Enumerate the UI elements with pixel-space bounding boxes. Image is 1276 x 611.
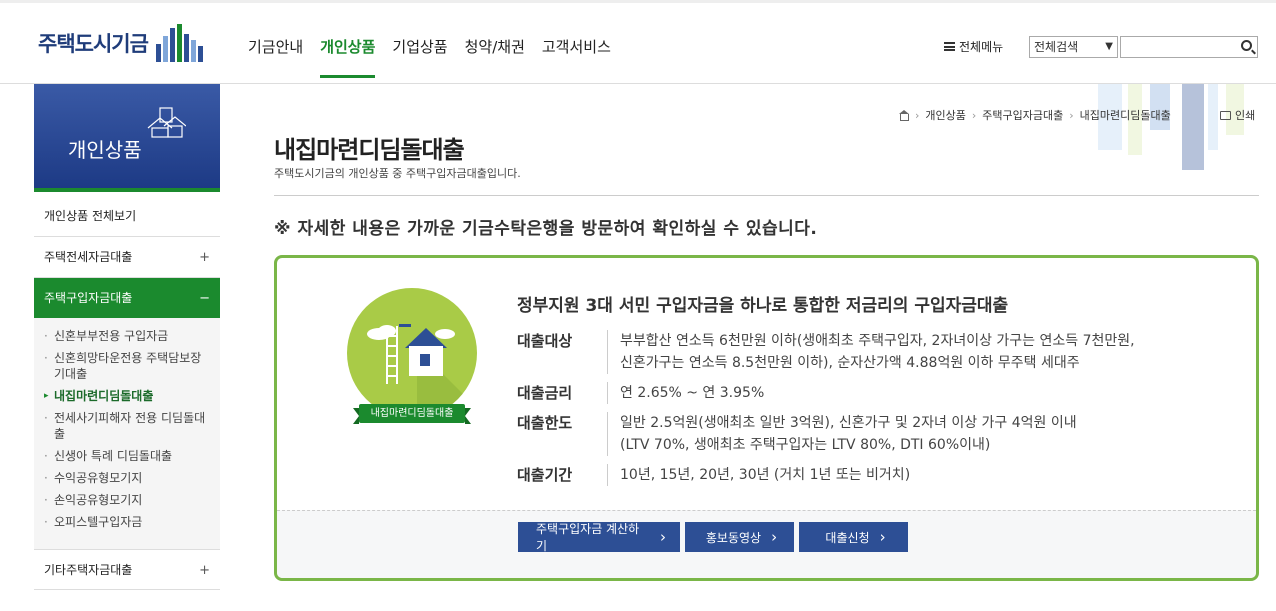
submenu-item[interactable]: 수익공유형모기지 <box>34 470 220 486</box>
gnb-item-subscription[interactable]: 청약/채권 <box>465 36 525 78</box>
collapse-icon: − <box>199 291 210 306</box>
loan-apply-button[interactable]: 대출신청 › <box>799 522 908 552</box>
hamburger-icon <box>944 42 955 51</box>
detail-value-line: (LTV 70%, 생애최초 주택구입자는 LTV 80%, DTI 60%이내… <box>620 437 991 453</box>
search-scope-select[interactable]: 전체검색 ▼ <box>1029 36 1118 58</box>
print-button[interactable]: 인쇄 <box>1220 107 1255 123</box>
submenu-item[interactable]: 신혼희망타운전용 주택담보장기대출 <box>34 350 220 382</box>
site-header: 주택도시기금 기금안내 개인상품 기업상품 청약/채권 고객서비스 전체메뉴 전… <box>0 0 1276 84</box>
detail-value: 부부합산 연소득 6천만원 이하(생애최초 주택구입자, 2자녀이상 가구는 연… <box>620 330 1135 374</box>
sidebar-item-label: 주택구입자금대출 <box>44 291 133 305</box>
product-badge-ribbon: 내집마련디딤돌대출 <box>353 404 471 424</box>
breadcrumb-separator: › <box>1069 108 1074 122</box>
chevron-right-icon: › <box>879 528 886 546</box>
page-description: 주택도시기금의 개인상품 중 주택구입자금대출입니다. <box>274 167 521 180</box>
sidebar-submenu: 신혼부부전용 구입자금 신혼희망타운전용 주택담보장기대출 내집마련디딤돌대출 … <box>34 318 220 549</box>
detail-value: 연 2.65% ~ 연 3.95% <box>620 382 764 404</box>
detail-row-rate: 대출금리 연 2.65% ~ 연 3.95% <box>517 382 1247 404</box>
button-label: 주택구입자금 계산하기 <box>536 522 640 553</box>
product-info-box: 내집마련디딤돌대출 정부지원 3대 서민 구입자금을 하나로 통합한 저금리의 … <box>274 255 1259 581</box>
search-input[interactable] <box>1120 36 1258 58</box>
house-ladder-icon <box>367 324 477 418</box>
breadcrumb-item[interactable]: 개인상품 <box>925 107 965 123</box>
global-nav: 기금안내 개인상품 기업상품 청약/채권 고객서비스 <box>248 36 611 78</box>
building-icon <box>147 107 186 138</box>
all-menu-button[interactable]: 전체메뉴 <box>944 38 1003 55</box>
detail-value: 일반 2.5억원(생애최초 일반 3억원), 신혼가구 및 2자녀 이상 가구 … <box>620 412 1077 456</box>
page-title: 내집마련디딤돌대출 <box>274 136 465 164</box>
detail-label: 대출기간 <box>517 464 608 486</box>
calculator-button[interactable]: 주택구입자금 계산하기 › <box>518 522 680 553</box>
detail-label: 대출대상 <box>517 330 608 374</box>
home-icon[interactable] <box>898 110 909 121</box>
breadcrumb-separator: › <box>971 108 977 122</box>
product-badge-illustration <box>347 288 477 418</box>
submenu-item[interactable]: 전세사기피해자 전용 디딤돌대출 <box>34 410 220 442</box>
search-scope-value: 전체검색 <box>1034 40 1079 54</box>
logo-text: 주택도시기금 <box>38 32 149 56</box>
promo-video-button[interactable]: 홍보동영상 › <box>685 522 794 552</box>
button-label: 대출신청 <box>825 530 870 545</box>
gnb-item-customer[interactable]: 고객서비스 <box>542 36 611 78</box>
all-menu-label: 전체메뉴 <box>959 40 1004 54</box>
button-label: 홍보동영상 <box>705 530 762 545</box>
detail-value-line: 신혼가구는 연소득 8.5천만원 이하), 순자산가액 4.88억원 이하 무주… <box>620 355 1080 371</box>
expand-icon: + <box>199 250 210 265</box>
logo-mark-icon <box>155 24 203 62</box>
detail-value-line: 10년, 15년, 20년, 30년 (거치 1년 또는 비거치) <box>620 467 911 483</box>
breadcrumb: › 개인상품 › 주택구입자금대출 › 내집마련디딤돌대출 <box>898 107 1171 123</box>
detail-value-line: 부부합산 연소득 6천만원 이하(생애최초 주택구입자, 2자녀이상 가구는 연… <box>620 333 1135 349</box>
product-details: 대출대상 부부합산 연소득 6천만원 이하(생애최초 주택구입자, 2자녀이상 … <box>517 330 1247 494</box>
chevron-down-icon: ▼ <box>1105 41 1113 52</box>
detail-value-line: 연 2.65% ~ 연 3.95% <box>620 385 765 401</box>
breadcrumb-item-current[interactable]: 내집마련디딤돌대출 <box>1080 107 1171 123</box>
chevron-right-icon: › <box>771 528 778 546</box>
breadcrumb-separator: › <box>915 108 920 122</box>
sidebar-item-label: 주택전세자금대출 <box>44 250 133 264</box>
submenu-item[interactable]: 손익공유형모기지 <box>34 492 220 508</box>
top-border <box>0 0 1276 3</box>
sidebar-item-other[interactable]: 기타주택자금대출 + <box>34 549 220 590</box>
gnb-item-personal[interactable]: 개인상품 <box>320 36 376 78</box>
detail-value: 10년, 15년, 20년, 30년 (거치 1년 또는 비거치) <box>620 464 910 486</box>
product-headline: 정부지원 3대 서민 구입자금을 하나로 통합한 저금리의 구입자금대출 <box>517 296 1009 316</box>
submenu-item[interactable]: 오피스텔구입자금 <box>34 514 220 530</box>
expand-icon: + <box>199 563 210 578</box>
sidebar-item-all-personal[interactable]: 개인상품 전체보기 <box>34 196 220 237</box>
detail-label: 대출금리 <box>517 382 608 404</box>
action-buttons: 주택구입자금 계산하기 › 홍보동영상 › 대출신청 › <box>518 522 908 553</box>
gnb-item-business[interactable]: 기업상품 <box>392 36 447 78</box>
search-icon[interactable] <box>1241 40 1252 51</box>
sidebar-item-purchase[interactable]: 주택구입자금대출 − <box>34 278 220 319</box>
sidebar-item-jeonse[interactable]: 주택전세자금대출 + <box>34 237 220 278</box>
submenu-item[interactable]: 신혼부부전용 구입자금 <box>34 328 220 344</box>
divider <box>274 195 1259 196</box>
gnb-item-fund-info[interactable]: 기금안내 <box>248 36 303 78</box>
print-label: 인쇄 <box>1235 109 1256 122</box>
detail-value-line: 일반 2.5억원(생애최초 일반 3억원), 신혼가구 및 2자녀 이상 가구 … <box>620 415 1077 431</box>
printer-icon <box>1220 110 1231 120</box>
detail-row-target: 대출대상 부부합산 연소득 6천만원 이하(생애최초 주택구입자, 2자녀이상 … <box>517 330 1247 374</box>
submenu-item-active[interactable]: 내집마련디딤돌대출 <box>34 388 220 404</box>
detail-row-limit: 대출한도 일반 2.5억원(생애최초 일반 3억원), 신혼가구 및 2자녀 이… <box>517 412 1247 456</box>
sidebar-title-box: 개인상품 <box>34 84 220 192</box>
submenu-item[interactable]: 신생아 특례 디딤돌대출 <box>34 448 220 464</box>
site-logo[interactable]: 주택도시기금 <box>38 24 203 62</box>
chevron-right-icon: › <box>660 528 666 546</box>
notice-text: ※ 자세한 내용은 가까운 기금수탁은행을 방문하여 확인하실 수 있습니다. <box>274 219 818 239</box>
sidebar-item-label: 개인상품 전체보기 <box>44 209 137 223</box>
breadcrumb-item[interactable]: 주택구입자금대출 <box>982 107 1063 123</box>
detail-row-period: 대출기간 10년, 15년, 20년, 30년 (거치 1년 또는 비거치) <box>517 464 1247 486</box>
detail-label: 대출한도 <box>517 412 608 456</box>
sidebar-item-label: 기타주택자금대출 <box>44 563 133 577</box>
sidebar-title: 개인상품 <box>68 138 142 162</box>
